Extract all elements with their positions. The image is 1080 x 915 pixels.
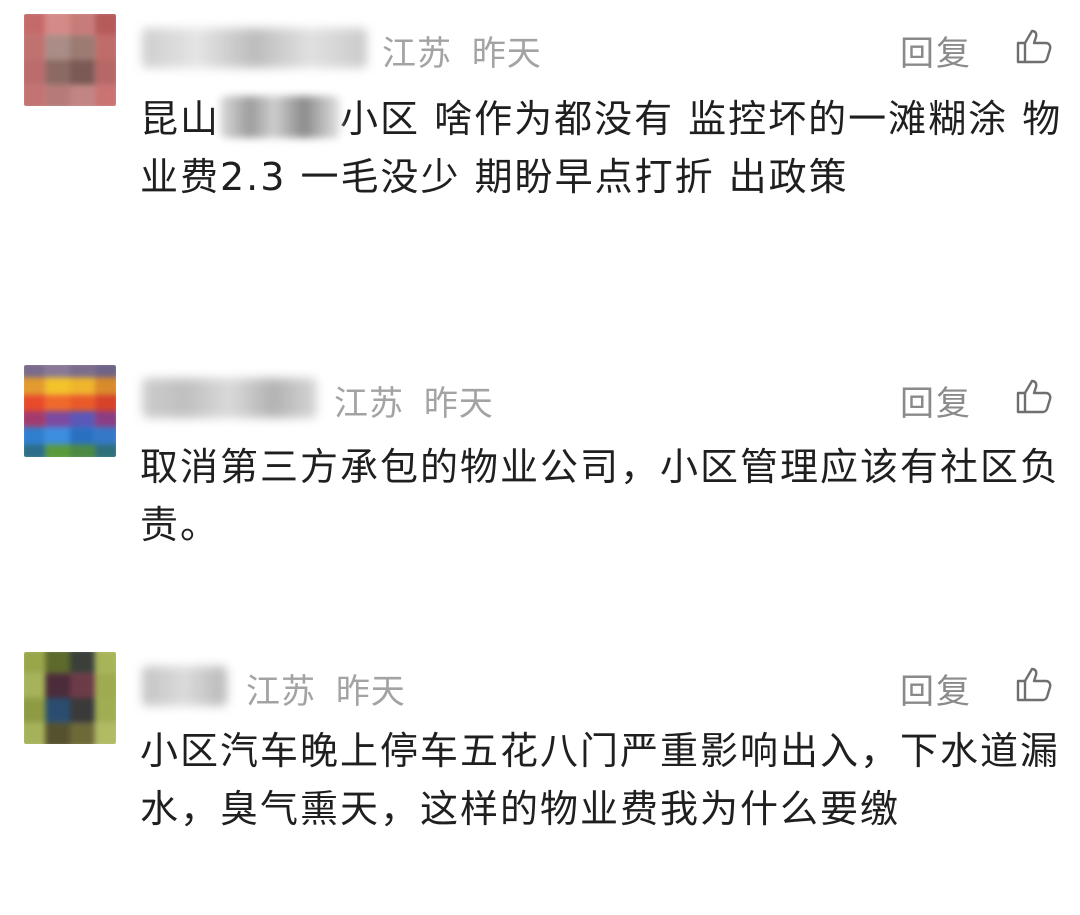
comment-meta: 江苏 昨天 (246, 664, 406, 713)
thumbs-up-icon[interactable] (1014, 664, 1054, 704)
reply-button[interactable]: 回复 (900, 664, 972, 713)
thumbs-up-icon[interactable] (1014, 26, 1054, 66)
reply-button[interactable]: 回复 (900, 26, 972, 75)
comment-text-start: 昆山 (140, 97, 221, 141)
comment-text: 取消第三方承包的物业公司，小区管理应该有社区负责。 (140, 445, 1061, 547)
username-redacted[interactable] (142, 28, 367, 68)
comment-meta: 江苏 昨天 (334, 376, 494, 425)
username-redacted[interactable] (142, 378, 317, 418)
comment-text: 昆山 小区 啥作为都没有 监控坏的一滩糊涂 物业费2.3 一毛没少 期盼早点打折 … (140, 90, 1070, 206)
reply-button[interactable]: 回复 (900, 376, 972, 425)
comment-text: 小区汽车晚上停车五花八门严重影响出入，下水道漏水，臭气熏天，这样的物业费我为什么… (140, 729, 1061, 831)
avatar[interactable] (24, 14, 116, 106)
location: 江苏 (334, 384, 404, 424)
timestamp: 昨天 (423, 384, 494, 424)
thumbs-up-icon[interactable] (1014, 376, 1054, 416)
timestamp: 昨天 (335, 672, 406, 712)
comment-meta: 江苏 昨天 (382, 26, 542, 75)
redacted-text (220, 96, 341, 138)
username-redacted[interactable] (142, 666, 227, 706)
timestamp: 昨天 (471, 34, 542, 74)
location: 江苏 (246, 672, 316, 712)
avatar[interactable] (24, 652, 116, 744)
avatar[interactable] (24, 365, 116, 457)
location: 江苏 (382, 34, 452, 74)
